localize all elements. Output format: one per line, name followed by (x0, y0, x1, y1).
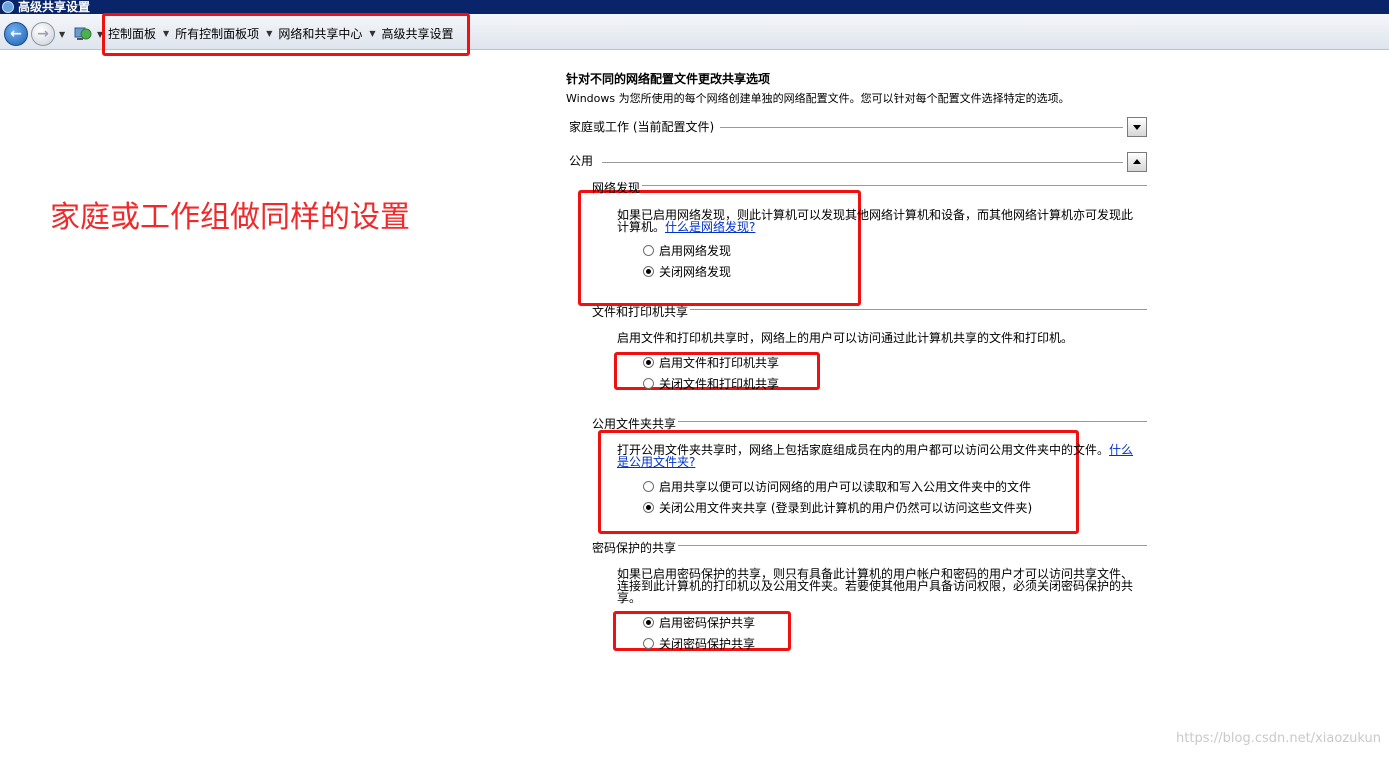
radio-label[interactable]: 关闭密码保护共享 (659, 635, 755, 652)
forward-button[interactable]: → (31, 22, 55, 46)
expand-button[interactable] (1127, 117, 1147, 137)
radio-disable-file-printer-sharing[interactable]: 关闭文件和打印机共享 (643, 375, 779, 391)
profile-home-work-label[interactable]: 家庭或工作 (当前配置文件) (569, 118, 714, 135)
radio-circle[interactable] (643, 377, 654, 389)
chevron-up-icon (1133, 159, 1141, 164)
radio-enable-network-discovery[interactable]: 启用网络发现 (643, 242, 731, 258)
section-title-password: 密码保护的共享 (592, 541, 677, 555)
section-divider (690, 309, 1147, 310)
profile-divider (720, 127, 1123, 128)
annotation-note: 家庭或工作组做同样的设置 (50, 200, 410, 235)
network-discovery-help-link[interactable]: 什么是网络发现? (665, 220, 755, 234)
radio-label[interactable]: 启用文件和打印机共享 (659, 354, 779, 371)
back-button[interactable]: ← (4, 22, 28, 46)
radio-enable-file-printer-sharing[interactable]: 启用文件和打印机共享 (643, 354, 779, 370)
profile-divider (602, 162, 1123, 163)
section-title-file-printer: 文件和打印机共享 (592, 305, 689, 319)
radio-label[interactable]: 启用共享以便可以访问网络的用户可以读取和写入公用文件夹中的文件 (659, 478, 1031, 495)
network-discovery-description: 如果已启用网络发现，则此计算机可以发现其他网络计算机和设备，而其他网络计算机亦可… (617, 209, 1139, 233)
file-printer-description: 启用文件和打印机共享时，网络上的用户可以访问通过此计算机共享的文件和打印机。 (617, 331, 1074, 345)
radio-enable-password-sharing[interactable]: 启用密码保护共享 (643, 614, 755, 630)
radio-label[interactable]: 关闭公用文件夹共享 (登录到此计算机的用户仍然可以访问这些文件夹) (659, 499, 1032, 516)
radio-label[interactable]: 关闭文件和打印机共享 (659, 375, 779, 392)
radio-circle-selected[interactable] (643, 616, 654, 628)
control-panel-icon (74, 27, 92, 40)
radio-disable-password-sharing[interactable]: 关闭密码保护共享 (643, 635, 755, 651)
page-subtitle: Windows 为您所使用的每个网络创建单独的网络配置文件。您可以针对每个配置文… (566, 92, 1070, 105)
watermark: https://blog.csdn.net/xiaozukun (1176, 731, 1381, 746)
section-title-network-discovery: 网络发现 (592, 181, 641, 195)
page-title: 针对不同的网络配置文件更改共享选项 (566, 72, 771, 86)
radio-circle[interactable] (643, 637, 654, 649)
password-description: 如果已启用密码保护的共享，则只有具备此计算机的用户帐户和密码的用户才可以访问共享… (617, 567, 1134, 605)
section-divider (678, 545, 1147, 546)
radio-disable-public-folder-sharing[interactable]: 关闭公用文件夹共享 (登录到此计算机的用户仍然可以访问这些文件夹) (643, 499, 1032, 515)
radio-label[interactable]: 启用密码保护共享 (659, 614, 755, 631)
radio-label[interactable]: 关闭网络发现 (659, 263, 731, 280)
collapse-button[interactable] (1127, 152, 1147, 172)
radio-circle[interactable] (643, 244, 654, 256)
radio-circle-selected[interactable] (643, 356, 654, 368)
section-title-public-folder: 公用文件夹共享 (592, 417, 677, 431)
section-divider (642, 185, 1147, 186)
radio-circle-selected[interactable] (643, 265, 654, 277)
recent-pages-chevron-down-icon[interactable]: ▼ (59, 30, 65, 39)
network-globe-icon (2, 1, 14, 13)
public-folder-description: 打开公用文件夹共享时，网络上包括家庭组成员在内的用户都可以访问公用文件夹中的文件… (617, 444, 1139, 468)
radio-disable-network-discovery[interactable]: 关闭网络发现 (643, 263, 731, 279)
window-titlebar: 高级共享设置 (0, 0, 1389, 14)
window-title: 高级共享设置 (18, 0, 91, 14)
radio-circle[interactable] (643, 480, 654, 492)
annotation-box-breadcrumb (102, 13, 470, 56)
radio-circle-selected[interactable] (643, 501, 654, 513)
profile-public-label[interactable]: 公用 (569, 152, 593, 169)
radio-label[interactable]: 启用网络发现 (659, 242, 731, 259)
radio-enable-public-folder-sharing[interactable]: 启用共享以便可以访问网络的用户可以读取和写入公用文件夹中的文件 (643, 478, 1031, 494)
chevron-down-icon (1133, 125, 1141, 130)
section-divider (678, 421, 1147, 422)
